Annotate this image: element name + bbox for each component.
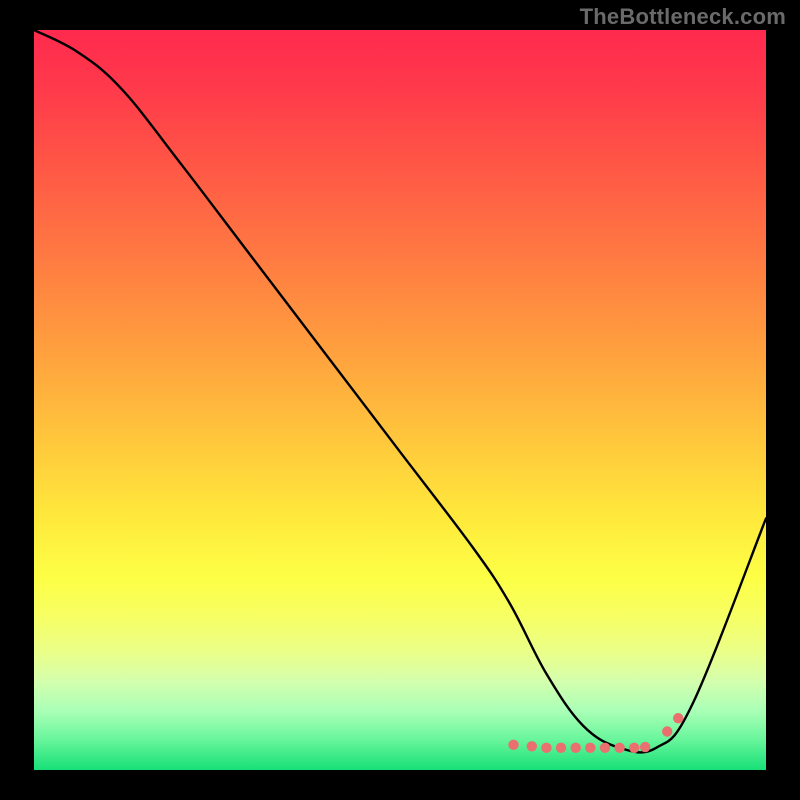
curve-marker	[629, 743, 639, 753]
curve-marker	[600, 743, 610, 753]
curve-marker	[571, 743, 581, 753]
curve-marker	[508, 740, 518, 750]
curve-marker	[640, 742, 650, 752]
curve-marker	[585, 743, 595, 753]
curve-marker	[541, 743, 551, 753]
chart-svg	[34, 30, 766, 770]
curve-marker	[662, 726, 672, 736]
curve-line	[34, 30, 766, 752]
curve-marker	[614, 743, 624, 753]
watermark-text: TheBottleneck.com	[580, 4, 786, 30]
curve-marker	[556, 743, 566, 753]
plot-area	[34, 30, 766, 770]
curve-marker	[527, 741, 537, 751]
chart-frame: TheBottleneck.com	[0, 0, 800, 800]
curve-marker	[673, 713, 683, 723]
